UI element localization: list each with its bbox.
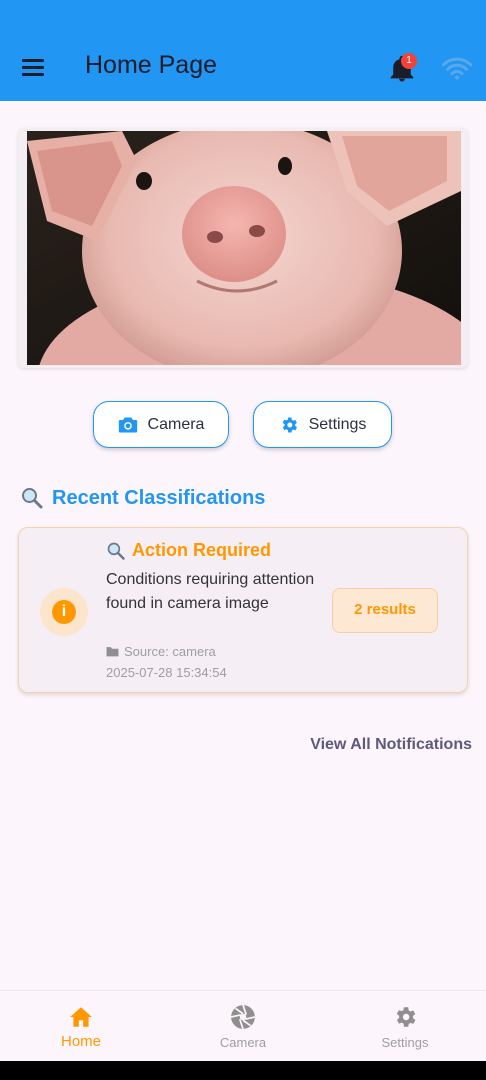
home-icon [70, 1007, 92, 1027]
camera-button-label: Camera [147, 415, 205, 433]
notification-card[interactable]: i Action Required Conditions requiring a… [18, 527, 468, 693]
card-timestamp: 2025-07-28 15:34:54 [106, 665, 227, 680]
folder-icon [106, 647, 119, 657]
hero-card [18, 128, 468, 368]
card-description: Conditions requiring attention found in … [106, 571, 315, 612]
view-all-notifications-link[interactable]: View All Notifications [310, 736, 472, 754]
card-source: Source: camera [106, 644, 216, 659]
card-title-row: Action Required [106, 540, 271, 561]
app-bar: Home Page 1 [0, 0, 486, 101]
wifi-icon[interactable] [442, 55, 472, 81]
nav-item-settings[interactable]: Settings [324, 991, 486, 1062]
app-root: Home Page 1 Camera Settings Recent Class… [0, 0, 486, 1080]
menu-icon[interactable] [18, 53, 48, 83]
nav-label-camera: Camera [219, 1035, 267, 1050]
settings-button[interactable]: Settings [253, 401, 392, 448]
recent-classifications-heading: Recent Classifications [20, 486, 265, 510]
recent-classifications-title: Recent Classifications [52, 486, 266, 509]
nav-item-camera[interactable]: Camera [162, 991, 324, 1062]
nav-label-home: Home [60, 1033, 101, 1050]
settings-button-label: Settings [308, 415, 367, 433]
nav-item-home[interactable]: Home [0, 991, 162, 1062]
notification-badge: 1 [401, 53, 417, 69]
nav-label-settings: Settings [381, 1035, 429, 1050]
magnifier-icon [22, 488, 43, 509]
camera-icon [118, 417, 137, 432]
card-title: Action Required [132, 540, 272, 560]
page-title: Home Page [85, 51, 218, 79]
camera-button[interactable]: Camera [93, 401, 229, 448]
card-source-text: Source: camera [124, 644, 216, 659]
bottom-nav: Home Camera Settings [0, 990, 486, 1061]
magnifier-icon [107, 542, 125, 560]
pig-photo [27, 131, 461, 365]
info-icon: i [40, 588, 88, 636]
gear-icon [282, 417, 297, 432]
system-bar [0, 1061, 486, 1080]
gear-icon [396, 1007, 416, 1027]
results-chip[interactable]: 2 results [332, 588, 438, 633]
aperture-icon [230, 1004, 256, 1030]
